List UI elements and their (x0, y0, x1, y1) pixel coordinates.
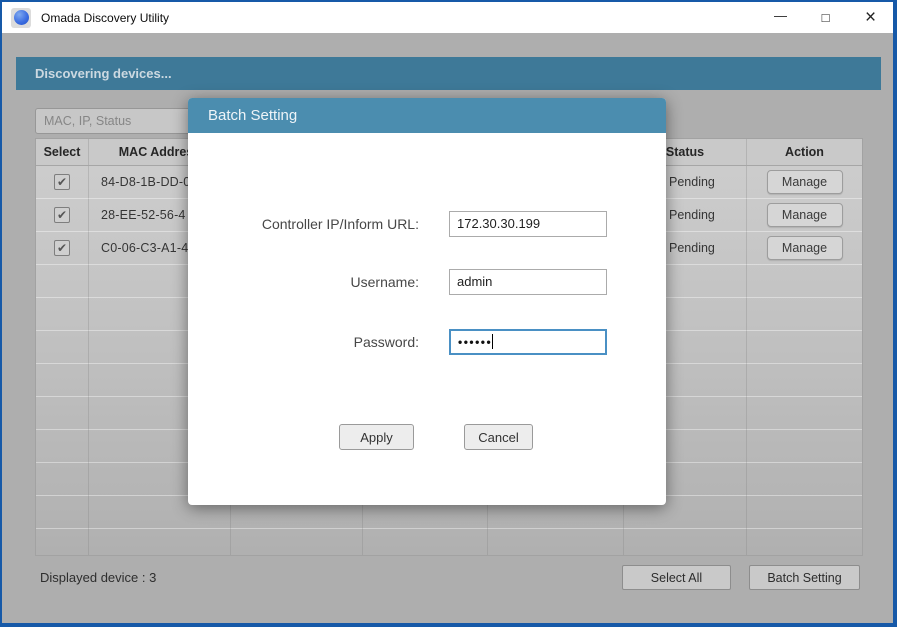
username-label: Username: (188, 269, 419, 295)
batch-setting-dialog: Batch Setting Controller IP/Inform URL: … (188, 98, 666, 505)
column-header-select: Select (36, 139, 89, 165)
app-window: Omada Discovery Utility — □ × Discoverin… (0, 0, 897, 627)
row-checkbox[interactable]: ✔ (54, 207, 70, 223)
minimize-icon: — (774, 9, 787, 22)
close-icon: × (865, 8, 876, 27)
column-header-action: Action (747, 139, 862, 165)
minimize-button[interactable]: — (758, 2, 803, 33)
password-field-row: Password: •••••• (188, 329, 666, 355)
row-checkbox[interactable]: ✔ (54, 240, 70, 256)
window-controls: — □ × (758, 2, 893, 33)
controller-url-label: Controller IP/Inform URL: (188, 211, 419, 237)
status-banner: Discovering devices... (16, 57, 881, 90)
batch-setting-button[interactable]: Batch Setting (749, 565, 860, 590)
cancel-button[interactable]: Cancel (464, 424, 533, 450)
row-checkbox[interactable]: ✔ (54, 174, 70, 190)
dialog-title: Batch Setting (188, 98, 666, 133)
text-cursor (492, 334, 493, 349)
password-masked-value: •••••• (458, 335, 492, 349)
omada-logo-icon (11, 8, 31, 28)
controller-url-field-row: Controller IP/Inform URL: 172.30.30.199 (188, 211, 666, 237)
controller-url-input[interactable]: 172.30.30.199 (449, 211, 607, 237)
maximize-icon: □ (822, 11, 830, 24)
close-button[interactable]: × (848, 2, 893, 33)
titlebar: Omada Discovery Utility — □ × (2, 2, 893, 33)
displayed-device-count: Displayed device : 3 (40, 563, 156, 593)
username-input[interactable]: admin (449, 269, 607, 295)
manage-button[interactable]: Manage (767, 170, 843, 194)
maximize-button[interactable]: □ (803, 2, 848, 33)
manage-button[interactable]: Manage (767, 236, 843, 260)
manage-button[interactable]: Manage (767, 203, 843, 227)
username-field-row: Username: admin (188, 269, 666, 295)
apply-button[interactable]: Apply (339, 424, 414, 450)
content-area: Discovering devices... Select MAC Addres… (2, 33, 893, 623)
window-title: Omada Discovery Utility (41, 11, 169, 25)
select-all-button[interactable]: Select All (622, 565, 731, 590)
password-input[interactable]: •••••• (449, 329, 607, 355)
password-label: Password: (188, 329, 419, 355)
table-row-empty (36, 529, 862, 556)
